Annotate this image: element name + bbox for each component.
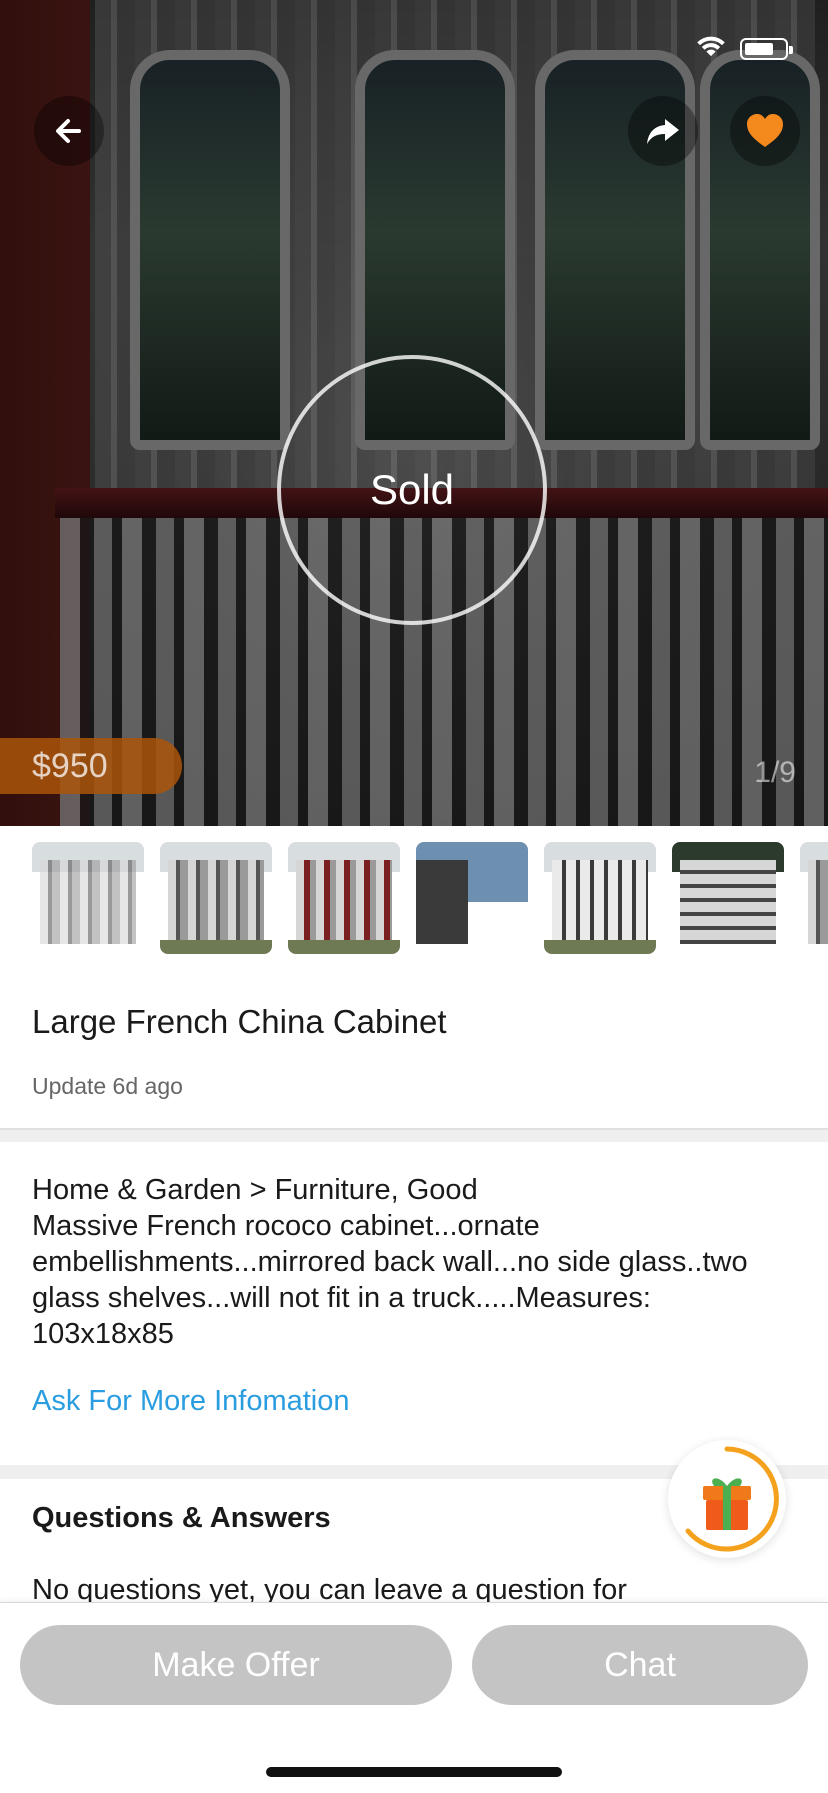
price-tag: $950 [0,738,182,794]
description-line: Massive French rococo cabinet...ornate [32,1210,540,1242]
sold-label: Sold [369,466,455,513]
share-arrow-icon [647,119,679,144]
gift-icon [685,1446,779,1552]
description-line: glass shelves...will not fit in a truck.… [32,1282,651,1314]
thumbnail[interactable] [288,842,400,954]
thumbnail[interactable] [800,842,828,954]
description-line: 103x18x85 [32,1318,174,1350]
ask-more-info-link[interactable]: Ask For More Infomation [32,1385,350,1418]
thumbnail-strip[interactable] [0,842,828,954]
make-offer-button[interactable]: Make Offer [20,1625,452,1705]
home-indicator[interactable] [266,1767,562,1777]
chat-button[interactable]: Chat [472,1625,808,1705]
qa-title: Questions & Answers [32,1502,331,1534]
section-divider [0,1128,828,1142]
bottom-action-bar: Make Offer Chat [0,1602,828,1793]
sold-badge: Sold [277,355,547,625]
gift-button[interactable] [668,1440,786,1558]
thumbnail[interactable] [160,842,272,954]
favorite-button[interactable] [730,96,800,166]
description-line: embellishments...mirrored back wall...no… [32,1246,748,1278]
wifi-icon [697,36,725,57]
heart-icon [747,114,783,147]
back-button[interactable] [34,96,104,166]
listing-description: Home & Garden > Furniture, Good Massive … [32,1172,802,1352]
share-button[interactable] [628,96,698,166]
thumbnail[interactable] [416,842,528,954]
battery-icon [740,38,793,60]
thumbnail[interactable] [672,842,784,954]
arrow-left-icon [56,119,81,143]
updated-time: Update 6d ago [32,1073,183,1099]
thumbnail[interactable] [544,842,656,954]
photo-counter: 1/9 [754,756,796,789]
thumbnail[interactable] [32,842,144,954]
listing-title: Large French China Cabinet [32,1003,447,1040]
product-photo[interactable]: Sold $950 1/9 [0,0,828,826]
category-line: Home & Garden > Furniture, Good [32,1174,478,1206]
